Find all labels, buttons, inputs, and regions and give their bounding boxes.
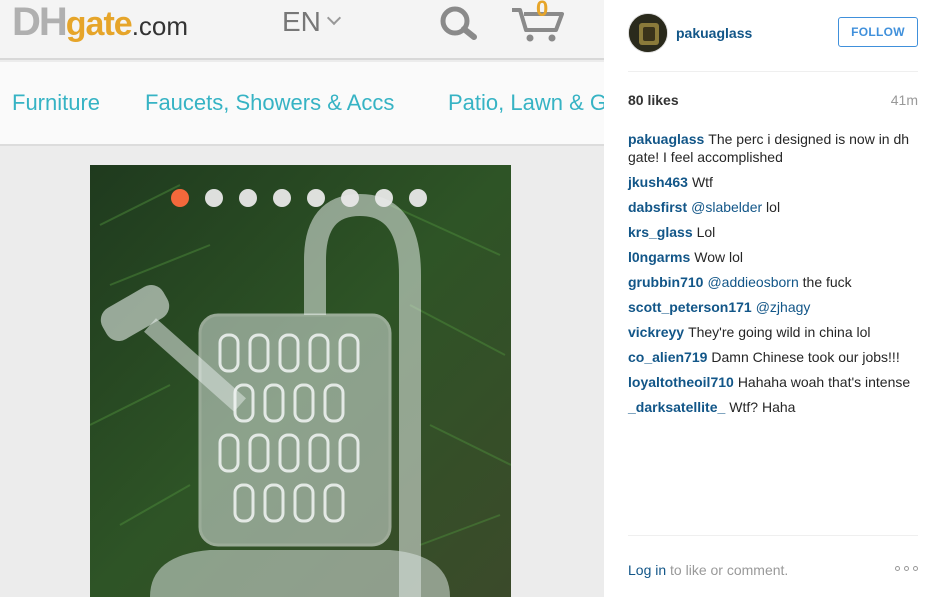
comment-item: jkush463 Wtf	[628, 173, 918, 191]
comment-username[interactable]: grubbin710	[628, 274, 703, 290]
comment-username[interactable]: l0ngarms	[628, 249, 690, 265]
carousel-dot	[239, 189, 257, 207]
comment-text: the fuck	[798, 274, 852, 290]
comments-list: pakuaglass The perc i designed is now in …	[628, 130, 918, 423]
carousel-dot	[341, 189, 359, 207]
cart-count: 0	[536, 0, 549, 21]
carousel-dots	[171, 189, 427, 207]
category-item: Patio, Lawn & G	[448, 90, 604, 115]
dhgate-header: DH gate .com EN 0	[0, 0, 604, 60]
post-username[interactable]: pakuaglass	[676, 25, 752, 41]
search-icon	[440, 6, 477, 40]
carousel-dot	[409, 189, 427, 207]
comment-username[interactable]: jkush463	[628, 174, 688, 190]
comment-item: pakuaglass The perc i designed is now in …	[628, 130, 918, 166]
post-footer: Log in to like or comment.	[628, 535, 918, 597]
more-dot	[913, 566, 918, 571]
comment-text: Wow lol	[694, 249, 744, 265]
comment-item: _darksatellite_ Wtf? Haha	[628, 398, 918, 416]
comment-username[interactable]: dabsfirst	[628, 199, 687, 215]
post-photo: DH gate .com EN 0 Furniture Faucets, Sho…	[0, 0, 604, 597]
logo-com: .com	[131, 11, 189, 41]
carousel-dot	[171, 189, 189, 207]
more-dot	[895, 566, 900, 571]
post-header: pakuaglass FOLLOW	[628, 0, 918, 72]
carousel-dot	[375, 189, 393, 207]
comment-text: Wtf? Haha	[729, 399, 796, 415]
comment-username[interactable]: krs_glass	[628, 224, 693, 240]
logo-gate: gate	[65, 5, 133, 43]
more-dot	[904, 566, 909, 571]
avatar-image	[629, 14, 667, 52]
dhgate-logo: DH gate .com	[12, 0, 188, 44]
comment-item: loyaltotheoil710 Hahaha woah that's inten…	[628, 373, 918, 391]
login-prompt: Log in to like or comment.	[628, 562, 788, 578]
comment-item: co_alien719 Damn Chinese took our jobs!!!	[628, 348, 918, 366]
comment-item: vickreyy They're going wild in china lol	[628, 323, 918, 341]
comment-item: l0ngarms Wow lol	[628, 248, 918, 266]
post-time[interactable]: 41m	[891, 92, 918, 108]
comment-username[interactable]: scott_peterson171	[628, 299, 752, 315]
comment-username[interactable]: loyaltotheoil710	[628, 374, 734, 390]
instagram-panel: pakuaglass FOLLOW 80 likes 41m pakuaglas…	[604, 0, 932, 597]
category-item: Faucets, Showers & Accs	[145, 90, 395, 115]
comment-mention[interactable]: @slabelder	[691, 199, 762, 215]
chevron-down-icon	[326, 10, 341, 26]
comment-text: They're going wild in china lol	[688, 324, 871, 340]
glass-rig-illustration	[90, 165, 511, 597]
carousel-dot	[205, 189, 223, 207]
comment-item: dabsfirst @slabelder lol	[628, 198, 918, 216]
comment-username[interactable]: _darksatellite_	[628, 399, 725, 415]
more-options-icon[interactable]	[895, 566, 918, 571]
comment-username[interactable]: co_alien719	[628, 349, 707, 365]
category-item: Furniture	[12, 90, 101, 115]
comment-mention[interactable]: @addieosborn	[707, 274, 798, 290]
post-stats: 80 likes 41m	[628, 92, 918, 112]
product-image	[90, 165, 511, 597]
comment-username[interactable]: vickreyy	[628, 324, 684, 340]
login-prompt-text: to like or comment.	[666, 562, 789, 578]
carousel-dot	[273, 189, 291, 207]
comment-mention[interactable]: @zjhagy	[756, 299, 811, 315]
avatar[interactable]	[628, 13, 668, 53]
carousel-dot	[307, 189, 325, 207]
language-label: EN	[282, 6, 321, 37]
likes-count[interactable]: 80 likes	[628, 92, 679, 108]
comment-text: Damn Chinese took our jobs!!!	[711, 349, 900, 365]
comment-item: grubbin710 @addieosborn the fuck	[628, 273, 918, 291]
comment-username[interactable]: pakuaglass	[628, 131, 704, 147]
comment-text: Lol	[696, 224, 716, 240]
comment-text: lol	[762, 199, 781, 215]
comment-text: Hahaha woah that's intense	[737, 374, 911, 390]
language-selector: EN	[282, 6, 341, 38]
category-bar: Furniture Faucets, Showers & Accs Patio,…	[0, 62, 604, 146]
comment-item: scott_peterson171 @zjhagy	[628, 298, 918, 316]
login-link[interactable]: Log in	[628, 562, 666, 578]
follow-button[interactable]: FOLLOW	[838, 17, 918, 47]
comment-text: Wtf	[691, 174, 713, 190]
comment-item: krs_glass Lol	[628, 223, 918, 241]
logo-dh: DH	[12, 0, 68, 44]
